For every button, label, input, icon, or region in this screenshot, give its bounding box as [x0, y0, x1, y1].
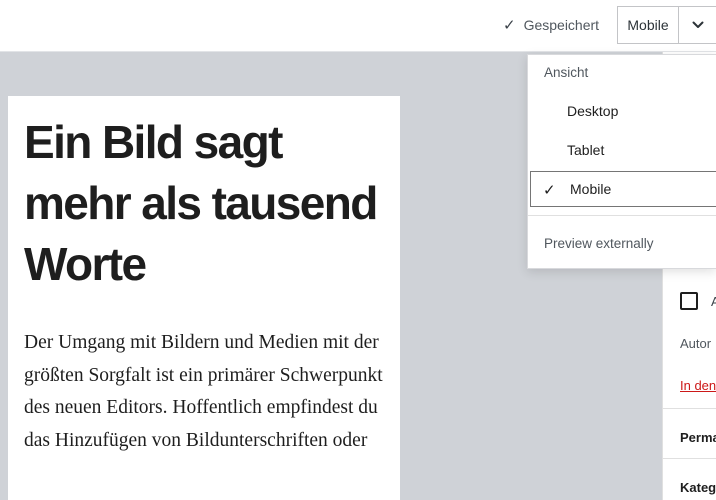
menu-item-label: Desktop	[567, 103, 619, 119]
move-to-trash-link[interactable]: In den	[680, 378, 716, 393]
sidebar-checkbox[interactable]	[680, 292, 698, 310]
author-label: Autor	[680, 336, 712, 351]
sidebar-divider	[663, 408, 716, 409]
menu-item-mobile[interactable]: ✓ Mobile	[530, 171, 716, 207]
menu-item-desktop[interactable]: Desktop	[528, 93, 716, 129]
sidebar-checkbox-label: A	[711, 294, 716, 309]
checkmark-icon: ✓	[543, 182, 556, 199]
saved-status: ✓ Gespeichert	[503, 15, 599, 35]
permalink-panel-toggle[interactable]: Perma	[680, 430, 716, 445]
preview-device-button[interactable]: Mobile	[617, 6, 678, 44]
editor-header: ✓ Gespeichert Mobile	[0, 0, 716, 52]
categories-panel-toggle[interactable]: Kateg	[680, 480, 716, 495]
menu-item-tablet[interactable]: Tablet	[528, 132, 716, 168]
menu-item-label: Mobile	[570, 181, 612, 197]
preview-externally-link[interactable]: Preview externally	[544, 236, 654, 251]
saved-label: Gespeichert	[523, 17, 600, 33]
post-paragraph[interactable]: Der Umgang mit Bildern und Medien mit de…	[24, 327, 394, 457]
menu-separator	[528, 215, 716, 216]
sidebar-divider	[663, 458, 716, 459]
preview-dropdown-toggle[interactable]	[678, 6, 716, 44]
mobile-preview-frame: Ein Bild sagt mehr als tausend Worte Der…	[8, 96, 400, 500]
chevron-down-icon	[692, 21, 703, 28]
checkmark-icon: ✓	[503, 17, 516, 34]
menu-group-heading: Ansicht	[544, 65, 589, 80]
menu-item-label: Tablet	[567, 142, 605, 158]
post-title[interactable]: Ein Bild sagt mehr als tausend Worte	[24, 112, 394, 295]
preview-dropdown-menu: Ansicht Desktop Tablet ✓ Mobile Preview …	[527, 54, 716, 269]
